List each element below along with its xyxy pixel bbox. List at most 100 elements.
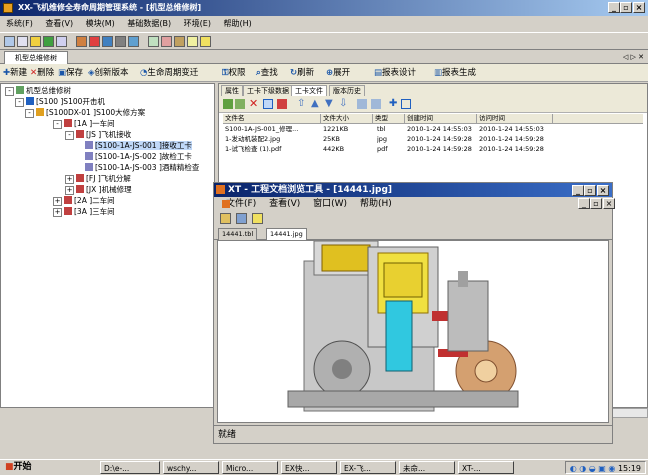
open-folder-icon[interactable] [220,213,231,224]
tab-nav-buttons[interactable]: ◁ ▷ ✕ [623,51,644,63]
add-file-icon[interactable] [223,99,233,109]
report-design-button[interactable]: ▤报表设计 [374,67,416,79]
settings-icon[interactable] [161,36,172,47]
window-icon[interactable] [17,36,28,47]
tree-expander[interactable]: - [15,98,24,107]
detail-view-icon[interactable] [371,99,381,109]
taskbar-button-ex-quick[interactable]: EX快... [281,461,337,474]
find-button[interactable]: ⌕查找 [256,67,278,79]
tree-expander[interactable]: + [53,208,62,217]
viewer-maximize-button[interactable]: ▫ [584,185,596,196]
file-row[interactable]: S100-1A-JS-001_修理... 1221KB tbl 2010-1-2… [223,125,643,134]
col-filesize[interactable]: 文件大小 [321,114,373,123]
tree-expander[interactable]: - [53,120,62,129]
tree-expander[interactable]: - [65,131,74,140]
move-down-icon[interactable]: ▼ [325,99,335,109]
viewer-child-minimize-button[interactable]: _ [578,198,590,209]
grid-icon[interactable] [4,36,15,47]
viewer-child-restore-button[interactable]: ▫ [590,198,602,209]
viewer-menu-view[interactable]: 查看(V) [269,199,300,209]
file-row[interactable]: 1-发动机装配2.jpg 25KB jpg 2010-1-24 14:59:28… [223,135,643,144]
menu-system[interactable]: 系统(F) [6,19,33,28]
tree-node-repair[interactable]: + [JX ]机械修理 [65,185,132,195]
tree-node-workshop-1[interactable]: - [1A ]一车间 [53,119,115,129]
viewer-child-close-button[interactable]: × [603,198,615,209]
taskbar-button-xt[interactable]: XT-... [458,461,514,474]
tab-card-files[interactable]: 工卡文件 [291,85,327,96]
chart-icon[interactable] [102,36,113,47]
calendar-icon[interactable] [148,36,159,47]
col-created[interactable]: 创建时间 [405,114,477,123]
report-icon[interactable] [128,36,139,47]
save-icon[interactable] [236,213,247,224]
move-up-icon[interactable]: ⇧ [297,99,307,109]
tree-node-card-003[interactable]: [S100-1A-JS-003 ]酒精精检查 [85,163,199,173]
taskbar-button-wschy[interactable]: wschy... [163,461,219,474]
start-button[interactable]: ■开始 [2,461,35,474]
new-button[interactable]: ✚新建 [3,67,27,79]
question-icon[interactable] [200,36,211,47]
new-version-button[interactable]: ◈创新版本 [88,67,129,79]
col-filename[interactable]: 文件名 [223,114,321,123]
expand-button[interactable]: ⊕展开 [326,67,350,79]
remove-file-icon[interactable]: ✕ [249,98,259,109]
move-bottom-icon[interactable]: ⇩ [339,99,349,109]
viewer-menu-file[interactable]: 文件(F) [226,199,256,209]
close-button[interactable]: × [633,2,645,13]
refresh-button[interactable]: ↻刷新 [290,67,314,79]
tree-expander[interactable]: + [65,186,74,195]
tree-node-workshop-3[interactable]: + [3A ]三车间 [53,207,115,217]
edit-icon[interactable] [89,36,100,47]
tab-maintenance-tree[interactable]: 机型总维修树 [4,51,68,64]
permission-button[interactable]: ⚿权限 [222,67,245,79]
viewer-menu-window[interactable]: 窗口(W) [313,199,347,209]
tree-node-aircraft[interactable]: - [S100 ]S100开击机 [15,97,105,107]
col-type[interactable]: 类型 [373,114,405,123]
tree-expander[interactable]: + [53,197,62,206]
tree-expander[interactable]: + [65,175,74,184]
plugin-icon[interactable] [174,36,185,47]
tree-node-card-002[interactable]: [S100-1A-JS-002 ]故检工卡 [85,152,192,162]
info-icon[interactable] [187,36,198,47]
taskbar-button-untitled[interactable]: 未命... [399,461,455,474]
viewer-tab-tbl[interactable]: 14441.tbl [218,228,258,240]
save-button[interactable]: ▣保存 [58,67,83,79]
tree-node-root[interactable]: - 机型总维修树 [5,86,71,96]
file-row[interactable]: 1-试飞检查 (1).pdf 442KB pdf 2010-1-24 14:59… [223,145,643,154]
tab-card-subdata[interactable]: 工卡下级数据 [243,85,293,96]
taskbar-button-explorer[interactable]: D:\e-... [100,461,160,474]
tree-node-receive[interactable]: - [JS ]飞机接收 [65,130,131,140]
viewer-close-button[interactable]: × [597,185,609,196]
taskbar-button-micro[interactable]: Micro... [222,461,278,474]
tab-version-history[interactable]: 版本历史 [329,85,365,96]
open-file-icon[interactable] [263,99,273,109]
move-top-icon[interactable]: ▲ [311,99,321,109]
report-generate-button[interactable]: ▥报表生成 [434,67,476,79]
add-link-icon[interactable] [235,99,245,109]
minimize-button[interactable]: _ [608,2,620,13]
tree-node-plan[interactable]: - [S100DX-01 ]S100大修方案 [25,108,145,118]
gear-icon[interactable] [115,36,126,47]
tree-expander[interactable]: - [25,109,34,118]
menu-view[interactable]: 查看(V) [45,19,73,28]
comment-icon[interactable] [401,99,411,109]
star-icon[interactable] [30,36,41,47]
question-icon[interactable] [252,213,263,224]
pin-icon[interactable]: ✚ [389,99,399,109]
lifecycle-button[interactable]: ◔生命周期变迁 [140,67,198,79]
viewer-minimize-button[interactable]: _ [572,185,584,196]
help-icon[interactable] [43,36,54,47]
print-icon[interactable] [277,99,287,109]
menu-module[interactable]: 模块(M) [86,19,115,28]
tree-node-workshop-2[interactable]: + [2A ]二车间 [53,196,115,206]
col-accessed[interactable]: 访问时间 [477,114,553,123]
search-icon[interactable] [56,36,67,47]
tree-node-disassembly[interactable]: + [FJ ]飞机分解 [65,174,131,184]
menu-basic-data[interactable]: 基础数据(B) [127,19,171,28]
tools-icon[interactable] [76,36,87,47]
menu-environment[interactable]: 环境(E) [184,19,211,28]
tree-node-card-001[interactable]: [S100-1A-JS-001 ]接收工卡 [85,141,192,151]
taskbar-button-ex-aircraft[interactable]: EX-飞... [340,461,396,474]
tab-properties[interactable]: 属性 [221,85,243,96]
menu-help[interactable]: 帮助(H) [223,19,251,28]
